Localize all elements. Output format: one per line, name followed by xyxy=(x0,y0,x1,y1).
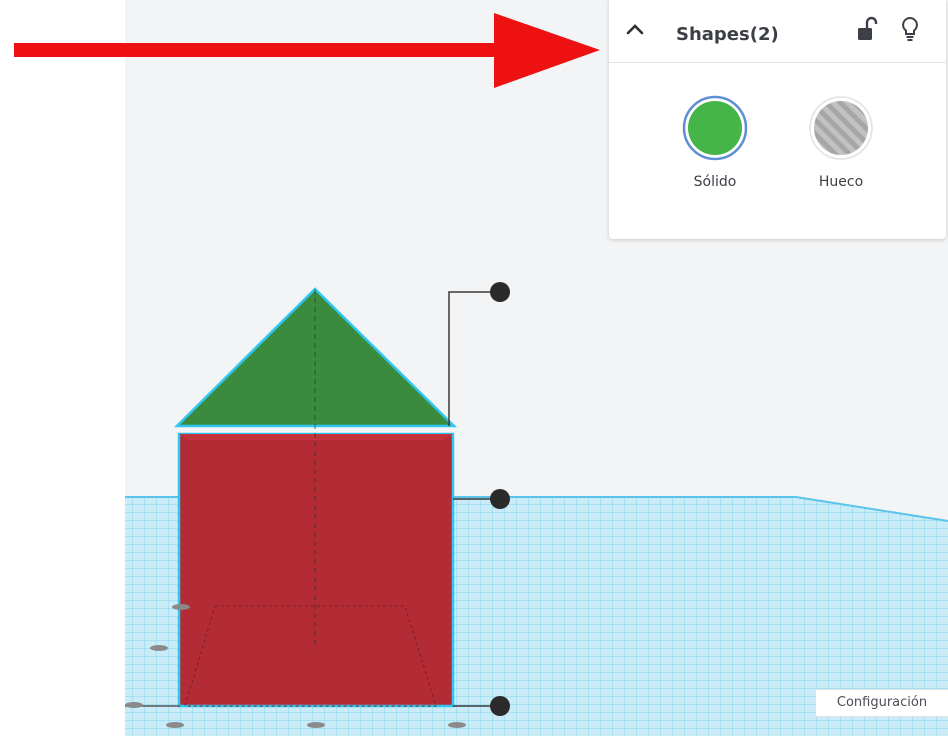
ground-handle[interactable] xyxy=(307,722,325,728)
ground-handle[interactable] xyxy=(125,702,143,708)
hole-option[interactable]: Hueco xyxy=(806,93,876,193)
panel-header: Shapes(2) xyxy=(609,0,946,63)
hole-label: Hueco xyxy=(818,174,864,190)
solid-label: Sólido xyxy=(693,174,737,190)
ground-handle[interactable] xyxy=(172,604,190,610)
height-handle-middle[interactable] xyxy=(490,489,510,509)
solid-swatch-icon xyxy=(682,95,748,161)
ground-handle[interactable] xyxy=(166,722,184,728)
ground-handle[interactable] xyxy=(448,722,466,728)
chevron-up-icon[interactable] xyxy=(623,18,647,42)
hole-swatch-icon xyxy=(809,96,873,160)
unlock-icon[interactable] xyxy=(857,16,879,42)
shapes-panel: Shapes(2) Sólido Hueco xyxy=(609,0,946,239)
box-shape[interactable] xyxy=(177,432,455,708)
height-handle-bottom[interactable] xyxy=(490,696,510,716)
settings-button[interactable]: Configuración xyxy=(815,689,948,717)
panel-title: Shapes(2) xyxy=(676,24,779,45)
ground-handle[interactable] xyxy=(150,645,168,651)
solid-option[interactable]: Sólido xyxy=(680,93,750,193)
lightbulb-icon[interactable] xyxy=(899,16,921,42)
height-handle-top[interactable] xyxy=(490,282,510,302)
